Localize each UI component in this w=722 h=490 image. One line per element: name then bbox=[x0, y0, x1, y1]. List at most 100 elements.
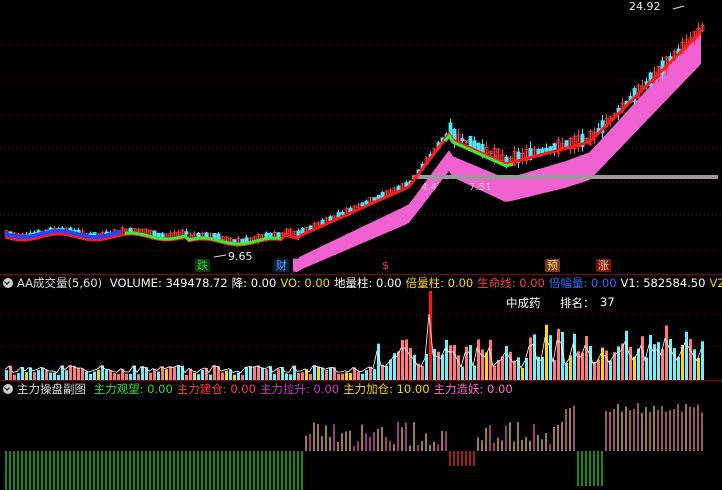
volume-bar bbox=[473, 365, 476, 381]
volume-value-item-8: V2: 7 bbox=[709, 276, 722, 290]
candle-body bbox=[536, 148, 541, 155]
signal-marker-forecast[interactable]: 预 bbox=[545, 259, 560, 272]
candle-body bbox=[128, 227, 133, 233]
volume-bar bbox=[173, 367, 176, 381]
candle-body bbox=[504, 156, 509, 163]
volume-bar bbox=[445, 339, 448, 381]
volume-bar bbox=[601, 347, 604, 381]
low-pointer bbox=[213, 254, 227, 258]
collapse-icon[interactable] bbox=[3, 278, 13, 288]
volume-bar bbox=[533, 334, 536, 381]
volume-bar bbox=[557, 328, 560, 381]
price-low-label: 9.65 bbox=[228, 250, 253, 263]
volume-bar bbox=[161, 366, 164, 381]
volume-bar bbox=[409, 347, 412, 381]
signal-marker-fall[interactable]: 跌 bbox=[195, 259, 210, 272]
price-chart-panel[interactable]: 24.92 9.65 4.4 7.51 跌 财 $ 预 涨 bbox=[0, 0, 722, 274]
volume-bar bbox=[693, 349, 696, 381]
indicator-value-item-3: 主力加仓: 10.00 bbox=[343, 382, 430, 396]
volume-bar bbox=[669, 339, 672, 381]
volume-bar bbox=[553, 360, 556, 381]
indicator-header: 主力操盘副图 主力观望: 0.00 主力建仓: 0.00 主力拉升: 0.00 主力加… bbox=[0, 381, 722, 397]
volume-bar bbox=[389, 359, 392, 381]
volume-bar bbox=[593, 361, 596, 381]
volume-value-item-6: 倍幅量: 0.00 bbox=[548, 276, 617, 290]
volume-bar bbox=[369, 366, 372, 381]
volume-bar bbox=[69, 365, 72, 381]
volume-bar bbox=[449, 345, 452, 381]
volume-bar bbox=[665, 325, 668, 381]
indicator-value-item-0: 主力观望: 0.00 bbox=[93, 382, 173, 396]
volume-bar bbox=[653, 344, 656, 381]
rank-value: 37 bbox=[600, 295, 615, 309]
indicator-name[interactable]: 主力操盘副图 bbox=[17, 382, 86, 396]
volume-bar bbox=[257, 365, 260, 381]
volume-bar bbox=[549, 335, 552, 381]
volume-bar bbox=[433, 349, 436, 381]
volume-bar bbox=[657, 342, 660, 381]
volume-bar bbox=[141, 366, 144, 381]
volume-bar bbox=[73, 365, 76, 381]
candle-body bbox=[460, 138, 465, 142]
volume-bar bbox=[401, 339, 404, 381]
volume-bar bbox=[529, 337, 532, 381]
volume-bar bbox=[609, 360, 612, 381]
volume-bar bbox=[597, 359, 600, 381]
candle-body bbox=[184, 231, 189, 235]
support-line bbox=[412, 175, 718, 179]
signal-marker-money[interactable]: $ bbox=[380, 259, 391, 272]
volume-bar bbox=[213, 365, 216, 381]
volume-bar bbox=[649, 334, 652, 381]
price-chart[interactable] bbox=[0, 0, 722, 274]
volume-bar bbox=[437, 351, 440, 381]
candle-body bbox=[240, 238, 245, 243]
volume-bar bbox=[385, 365, 388, 381]
candle-body bbox=[548, 146, 553, 152]
volume-bar bbox=[461, 366, 464, 381]
volume-bar bbox=[253, 366, 256, 381]
volume-bar bbox=[377, 343, 380, 381]
volume-bar bbox=[565, 362, 568, 381]
volume-bar bbox=[673, 348, 676, 381]
volume-panel[interactable]: AA成交量(5,60) VOLUME: 349478.72 降: 0.00 VO: … bbox=[0, 274, 722, 381]
candle-body bbox=[232, 239, 237, 243]
volume-bar bbox=[317, 366, 320, 381]
volume-bar bbox=[689, 339, 692, 381]
volume-bar bbox=[453, 345, 456, 381]
indicator-chart[interactable] bbox=[0, 381, 722, 490]
stock-category: 中成药 bbox=[506, 296, 541, 310]
volume-value-item-3: 地量柱: 0.00 bbox=[333, 276, 402, 290]
volume-bar bbox=[505, 345, 508, 381]
volume-value-item-7: V1: 582584.50 bbox=[620, 276, 706, 290]
volume-bar bbox=[421, 365, 424, 381]
volume-bar bbox=[605, 350, 608, 381]
volume-bar bbox=[685, 331, 688, 381]
signal-marker-finance[interactable]: 财 bbox=[274, 259, 289, 272]
volume-bar bbox=[41, 367, 44, 381]
ma-line bbox=[4, 30, 703, 247]
indicator-value-item-4: 主力造妖: 0.00 bbox=[433, 382, 513, 396]
signal-marker-rise[interactable]: 涨 bbox=[596, 259, 611, 272]
volume-bar bbox=[577, 351, 580, 381]
volume-bar bbox=[589, 346, 592, 381]
volume-bar bbox=[573, 333, 576, 381]
volume-bar bbox=[585, 336, 588, 381]
volume-indicator-name[interactable]: AA成交量(5,60) bbox=[17, 276, 102, 290]
price-high-label: 24.92 bbox=[629, 0, 661, 13]
volume-ma-line bbox=[4, 313, 702, 374]
volume-bar bbox=[481, 349, 484, 381]
volume-bar bbox=[477, 339, 480, 381]
indicator-value-item-1: 主力建仓: 0.00 bbox=[176, 382, 256, 396]
collapse-icon[interactable] bbox=[3, 384, 13, 394]
candle-body bbox=[156, 232, 161, 238]
volume-values: VOLUME: 349478.72 降: 0.00 VO: 0.00 地量柱: 0.0… bbox=[110, 276, 722, 290]
volume-bar bbox=[501, 356, 504, 381]
volume-bar bbox=[261, 367, 264, 381]
volume-bar bbox=[697, 358, 700, 381]
indicator-panel[interactable]: 主力操盘副图 主力观望: 0.00 主力建仓: 0.00 主力拉升: 0.00 主力加… bbox=[0, 380, 722, 490]
volume-bar bbox=[465, 346, 468, 381]
volume-value-item-5: 生命线: 0.00 bbox=[477, 276, 545, 290]
volume-bar bbox=[249, 366, 252, 381]
candle-body bbox=[364, 200, 369, 205]
volume-bar bbox=[625, 330, 628, 381]
